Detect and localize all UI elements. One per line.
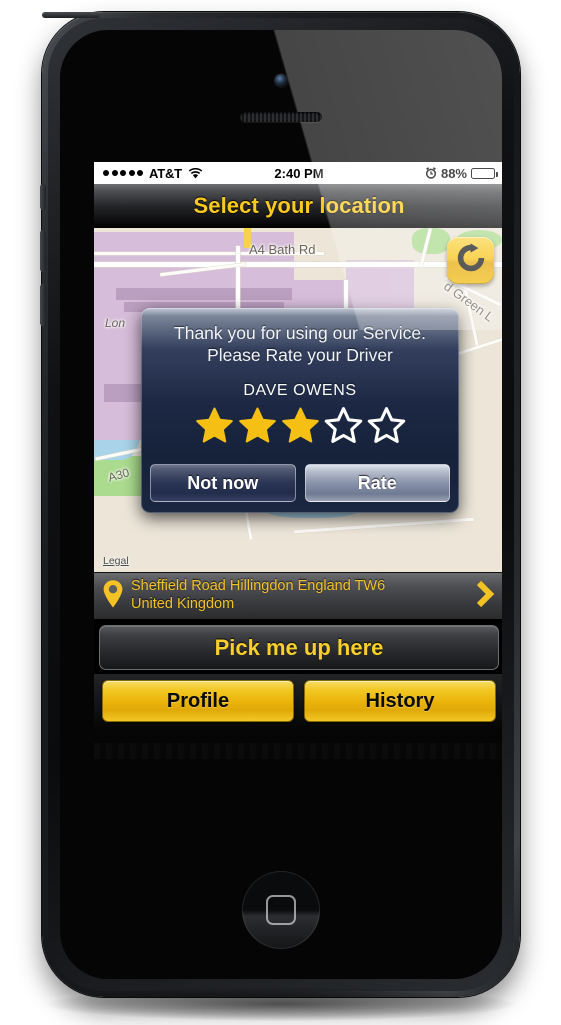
star-5[interactable] [366,406,407,450]
alarm-clock-icon [425,167,437,179]
device-shadow [48,987,514,1021]
volume-up-button[interactable] [40,230,46,272]
volume-down-button[interactable] [40,284,46,326]
home-button[interactable] [242,871,320,949]
dialog-message-line2: Please Rate your Driver [207,345,393,366]
map-label: A4 Bath Rd [249,242,316,257]
map-pin-icon [102,579,124,614]
wifi-icon [188,167,203,179]
pick-me-up-label: Pick me up here [214,634,384,660]
dialog-message: Thank you for using our Service. Please … [150,316,450,368]
silent-switch[interactable] [40,184,46,210]
history-button[interactable]: History [304,680,496,722]
earpiece-speaker-icon [240,112,322,122]
refresh-button[interactable] [447,237,494,284]
battery-icon [471,167,498,179]
rating-dialog: Thank you for using our Service. Please … [141,308,459,514]
profile-button[interactable]: Profile [102,680,294,722]
pickup-section: Pick me up here [94,620,502,674]
status-right-group: 88% [425,165,498,181]
star-2[interactable] [237,406,278,450]
phone-bezel: AT&T 2:40 PM 88% Select your location A4… [48,18,514,991]
star-4[interactable] [323,406,364,450]
map-view[interactable]: A4 Bath Rd Lon A30 d Green L Legal Thank… [94,228,502,572]
bottom-action-bar: Profile History [94,674,502,729]
star-1[interactable] [194,406,235,450]
page-title: Select your location [193,192,405,218]
empty-content-area [94,729,502,878]
address-line-1: Sheffield Road Hillingdon England TW6 [131,578,386,595]
phone-glass: AT&T 2:40 PM 88% Select your location A4… [60,30,502,979]
address-text: Sheffield Road Hillingdon England TW6 Un… [131,578,471,613]
status-bar: AT&T 2:40 PM 88% [94,162,502,184]
front-camera-icon [274,74,288,87]
phone-device: AT&T 2:40 PM 88% Select your location A4… [40,12,520,997]
signal-strength-icon [103,170,143,176]
not-now-button[interactable]: Not now [150,464,296,503]
star-3[interactable] [280,406,321,450]
pick-me-up-button[interactable]: Pick me up here [99,625,499,670]
map-legal-link[interactable]: Legal [103,555,129,567]
battery-percent-label: 88% [440,165,467,181]
app-screen: AT&T 2:40 PM 88% Select your location A4… [94,162,502,878]
app-header: Select your location [94,184,502,228]
profile-label: Profile [166,689,230,712]
power-button[interactable] [42,12,100,18]
map-label: Lon [105,316,126,330]
star-rating-widget[interactable] [150,406,450,450]
history-label: History [365,689,435,712]
dialog-message-line1: Thank you for using our Service. [174,323,426,343]
rate-button[interactable]: Rate [304,464,450,503]
address-line-2: United Kingdom [131,596,235,612]
address-bar[interactable]: Sheffield Road Hillingdon England TW6 Un… [94,572,502,620]
driver-name-label: DAVE OWENS [243,382,357,400]
refresh-icon [456,243,486,278]
dialog-button-row: Not now Rate [150,464,450,503]
chevron-right-icon[interactable] [475,579,495,614]
carrier-label: AT&T [149,165,182,181]
